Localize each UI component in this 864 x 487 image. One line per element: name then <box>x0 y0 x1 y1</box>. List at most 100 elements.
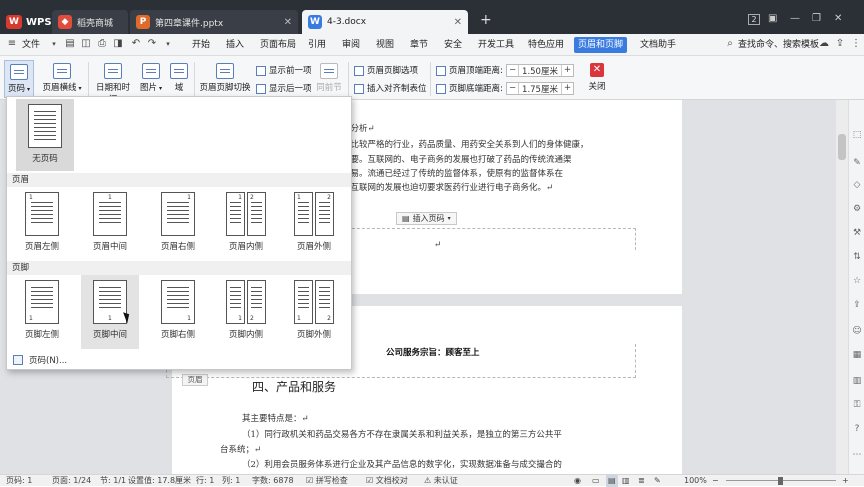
zoom-out-icon[interactable]: − <box>712 475 719 487</box>
header-footer-options-button[interactable]: 页眉页脚选项 <box>354 64 418 78</box>
star-icon[interactable]: ☆ <box>852 276 862 286</box>
print-icon[interactable]: ⎙ <box>96 38 108 50</box>
status-page[interactable]: 页码: 1 <box>6 475 32 487</box>
vertical-scrollbar[interactable] <box>836 100 848 474</box>
footer-right-option[interactable]: 1 页脚右侧 <box>149 275 207 349</box>
zoom-in-icon[interactable]: + <box>842 475 849 487</box>
close-window-icon[interactable]: ✕ <box>834 13 842 24</box>
doc-paragraph[interactable]: （2）利用会员服务体系进行企业及其产品信息的数字化，实现数据准备与成交撮合的 <box>242 458 562 470</box>
menu-doc-assistant[interactable]: 文档助手 <box>636 37 680 53</box>
view-page-icon[interactable]: ▤ <box>606 475 618 487</box>
page-number-more-option[interactable]: 页码(N)... <box>7 351 351 369</box>
status-pages[interactable]: 页面: 1/24 <box>52 475 91 487</box>
redo-icon[interactable]: ↷ <box>146 38 158 50</box>
chart-icon[interactable]: ▥ <box>852 376 862 386</box>
doc-paragraph[interactable]: 交易。流通已经过了传统的监督体系，使原有的监督体系在 <box>342 167 563 179</box>
section-heading[interactable]: 四、产品和服务 <box>252 378 336 395</box>
command-search[interactable]: 查找命令、搜索模板 <box>734 37 823 53</box>
header-left-option[interactable]: 1 页眉左侧 <box>13 187 71 261</box>
chevron-down-icon[interactable]: ▾ <box>48 38 60 50</box>
no-page-number-option[interactable]: 无页码 <box>16 99 74 171</box>
picture-button[interactable]: 图片 ▾ <box>138 63 164 93</box>
menu-references[interactable]: 引用 <box>304 37 330 53</box>
share-icon[interactable]: ⇪ <box>834 38 846 50</box>
menu-home[interactable]: 开始 <box>188 37 214 53</box>
spell-check-toggle[interactable]: ☑ 拼写检查 <box>306 475 348 487</box>
menu-developer[interactable]: 开发工具 <box>474 37 518 53</box>
increment-icon[interactable]: + <box>561 83 573 94</box>
close-tab-icon[interactable]: ✕ <box>284 17 292 28</box>
increment-icon[interactable]: + <box>561 65 573 76</box>
scrollbar-thumb[interactable] <box>838 134 846 160</box>
export-pdf-icon[interactable]: ◨ <box>112 38 124 50</box>
header-outside-option[interactable]: 1 2 页眉外侧 <box>285 187 343 261</box>
new-tab-button[interactable]: + <box>480 12 492 28</box>
header-line-button[interactable]: 页眉横线 ▾ <box>42 63 82 93</box>
skin-icon[interactable]: ▣ <box>768 13 777 24</box>
field-button[interactable]: 域 <box>168 63 190 93</box>
doc-paragraph[interactable]: 台系统；↵ <box>220 443 261 455</box>
footer-center-option[interactable]: 1 页脚中间 <box>81 275 139 349</box>
stepper-value[interactable]: 1.75厘米 <box>519 83 561 95</box>
status-word-count[interactable]: 字数: 6878 <box>252 475 294 487</box>
undo-icon[interactable]: ↶ <box>130 38 142 50</box>
view-read-icon[interactable]: ▭ <box>592 475 600 487</box>
header-center-option[interactable]: 1 页眉中间 <box>81 187 139 261</box>
hamburger-icon[interactable]: ≡ <box>6 38 18 50</box>
doc-paragraph[interactable]: （1）同行政机关和药品交易各方不存在隶属关系和利益关系，是独立的第三方公共平 <box>242 428 562 440</box>
document-icon[interactable]: ▦ <box>852 350 862 360</box>
menu-security[interactable]: 安全 <box>440 37 466 53</box>
auth-status[interactable]: ⚠ 未认证 <box>424 475 458 487</box>
same-as-previous-button[interactable]: 同前节 <box>314 63 344 93</box>
doc-paragraph[interactable]: 重要。互联网的、电子商务的发展也打破了药品的传统流通渠 <box>342 153 572 165</box>
settings-icon[interactable]: ⚙ <box>852 204 862 214</box>
doc-paragraph[interactable]: 以互联网的发展也迫切要求医药行业进行电子商务化。↵ <box>342 181 553 193</box>
menu-header-footer[interactable]: 页眉和页脚 <box>574 37 628 53</box>
header-inside-option[interactable]: 1 2 页眉内侧 <box>217 187 275 261</box>
footer-outside-option[interactable]: 1 2 页脚外侧 <box>285 275 343 349</box>
doc-paragraph[interactable]: 其主要特点是：↵ <box>242 412 309 424</box>
decrement-icon[interactable]: − <box>507 65 519 76</box>
close-tab-icon[interactable]: ✕ <box>454 17 462 28</box>
shape-icon[interactable]: ◇ <box>852 180 862 190</box>
decrement-icon[interactable]: − <box>507 83 519 94</box>
zoom-slider-handle[interactable] <box>778 477 783 485</box>
header-text[interactable]: 公司服务宗旨：顾客至上 <box>386 346 480 358</box>
backup-icon[interactable]: ⇅ <box>852 252 862 262</box>
footer-left-option[interactable]: 1 页脚左侧 <box>13 275 71 349</box>
chevron-down-icon[interactable]: ▾ <box>162 38 174 50</box>
show-previous-button[interactable]: 显示前一项 <box>256 64 312 78</box>
minimize-icon[interactable]: — <box>790 13 800 24</box>
view-outline-icon[interactable]: ≣ <box>638 475 645 487</box>
wps-home-tab[interactable]: W WPS <box>6 12 52 32</box>
save-icon[interactable]: ▤ <box>64 38 76 50</box>
style-icon[interactable]: ✎ <box>852 158 862 168</box>
insert-page-number-button[interactable]: ▤ 插入页码 ▾ <box>396 212 457 225</box>
share-side-icon[interactable]: ⇪ <box>852 300 862 310</box>
footer-inside-option[interactable]: 1 2 页脚内侧 <box>217 275 275 349</box>
restore-icon[interactable]: ❐ <box>812 13 821 24</box>
footer-bottom-distance-stepper[interactable]: − 1.75厘米 + <box>506 82 574 95</box>
file-menu[interactable]: 文件 <box>18 37 44 53</box>
cloud-icon[interactable]: ☁ <box>818 38 830 50</box>
menu-insert[interactable]: 插入 <box>222 37 248 53</box>
menu-review[interactable]: 审阅 <box>338 37 364 53</box>
header-footer-switch-button[interactable]: 页眉页脚切换 <box>198 63 252 93</box>
window-count-badge[interactable]: 2 <box>748 14 760 25</box>
menu-features[interactable]: 特色应用 <box>524 37 568 53</box>
tools-icon[interactable]: ⚒ <box>852 228 862 238</box>
show-next-button[interactable]: 显示后一项 <box>256 82 312 96</box>
tab-docer-store[interactable]: ◆ 稻壳商城 <box>52 10 128 34</box>
people-icon[interactable]: ☺ <box>852 326 862 336</box>
lock-icon[interactable]: ⚿ <box>852 400 862 410</box>
page-number-button[interactable]: 页码 ▾ <box>4 60 34 98</box>
tab-pptx[interactable]: P 第四章课件.pptx ✕ <box>130 10 298 34</box>
more-icon[interactable]: ⋮ <box>850 38 862 50</box>
view-write-icon[interactable]: ✎ <box>654 475 661 487</box>
print-preview-icon[interactable]: ◫ <box>80 38 92 50</box>
select-icon[interactable]: ⬚ <box>852 130 862 140</box>
doc-proof-button[interactable]: ☑ 文档校对 <box>366 475 408 487</box>
header-top-distance-stepper[interactable]: − 1.50厘米 + <box>506 64 574 77</box>
tab-docx-active[interactable]: W 4-3.docx ✕ <box>302 10 468 34</box>
doc-paragraph[interactable]: 于比较严格的行业，药品质量、用药安全关系到人们的身体健康， <box>342 138 589 150</box>
